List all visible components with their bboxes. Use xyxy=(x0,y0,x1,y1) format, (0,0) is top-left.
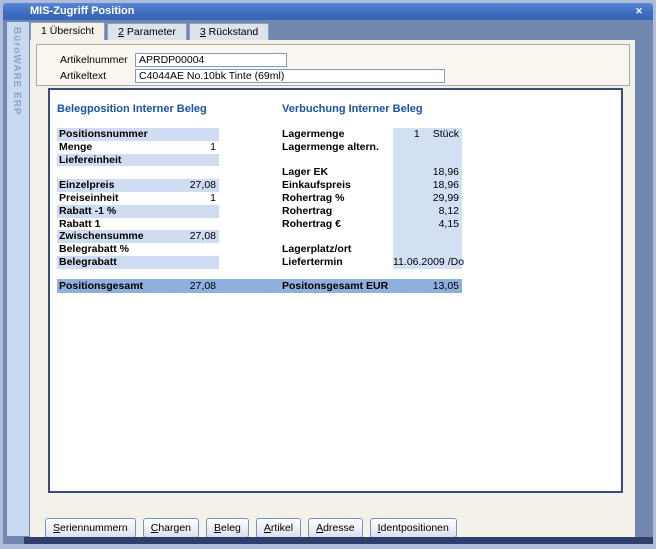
right-section-title: Verbuchung Interner Beleg xyxy=(282,103,423,115)
action-button-bar: Seriennummern Chargen Beleg Artikel Adre… xyxy=(45,518,457,538)
article-text-row: Artikeltext xyxy=(37,68,629,83)
right-value-band: 1 Stück 18,96 18,96 29,99 8,12 4,15 11.0… xyxy=(393,128,462,269)
left-section-title: Belegposition Interner Beleg xyxy=(57,103,207,115)
table-row: Einzelpreis27,08 xyxy=(57,179,219,192)
artikel-button[interactable]: Artikel xyxy=(256,518,301,538)
brand-sidebar: BüroWARE ERP xyxy=(7,22,29,536)
table-row: Liefereinheit xyxy=(57,154,219,167)
titlebar[interactable]: MIS-Zugriff Position ✕ xyxy=(3,3,653,20)
article-number-input[interactable] xyxy=(135,53,287,67)
left-rows: Positionsnummer Menge1 Liefereinheit Ein… xyxy=(57,128,219,269)
article-text-label: Artikeltext xyxy=(60,70,135,82)
window-body: BüroWARE ERP 1 Übersicht 2 Parameter 3 R… xyxy=(3,20,653,544)
window-bottom-accent xyxy=(24,537,653,544)
adresse-button[interactable]: Adresse xyxy=(308,518,363,538)
close-icon[interactable]: ✕ xyxy=(632,3,646,20)
position-detail-panel: Belegposition Interner Beleg Verbuchung … xyxy=(48,88,623,493)
table-row: Rabatt 1 xyxy=(57,218,219,231)
table-row: Preiseinheit1 xyxy=(57,192,219,205)
tab-page-uebersicht: Artikelnummer Artikeltext Belegposition … xyxy=(30,40,635,537)
total-right-label: Positonsgesamt EUR xyxy=(282,279,388,293)
article-header-panel: Artikelnummer Artikeltext xyxy=(36,44,630,86)
article-number-label: Artikelnummer xyxy=(60,54,135,66)
seriennummern-button[interactable]: Seriennummern xyxy=(45,518,136,538)
chargen-button[interactable]: Chargen xyxy=(143,518,199,538)
total-right-value: 13,05 xyxy=(433,279,459,293)
table-row: Positionsnummer xyxy=(57,128,219,141)
article-number-row: Artikelnummer xyxy=(37,52,629,67)
table-row: Belegrabatt xyxy=(57,256,219,269)
identpositionen-button[interactable]: Identpositionen xyxy=(370,518,457,538)
table-row: Menge1 xyxy=(57,141,219,154)
window-title: MIS-Zugriff Position xyxy=(30,5,134,17)
tab-bar: 1 Übersicht 2 Parameter 3 Rückstand xyxy=(30,22,271,40)
table-row xyxy=(57,166,219,179)
table-row: Rabatt -1 % xyxy=(57,205,219,218)
position-total-row: Positionsgesamt 27,08 Positonsgesamt EUR… xyxy=(57,279,462,293)
total-left-value: 27,08 xyxy=(57,279,216,293)
table-row: 1 Stück xyxy=(393,128,462,141)
beleg-button[interactable]: Beleg xyxy=(206,518,249,538)
tab-rueckstand[interactable]: 3 Rückstand xyxy=(189,23,269,40)
brand-label: BüroWARE ERP xyxy=(11,27,22,116)
tab-parameter[interactable]: 2 Parameter xyxy=(107,23,187,40)
table-row: Zwischensumme27,08 xyxy=(57,230,219,243)
table-row: Belegrabatt % xyxy=(57,243,219,256)
application-window: MIS-Zugriff Position ✕ BüroWARE ERP 1 Üb… xyxy=(0,0,656,549)
article-text-input[interactable] xyxy=(135,69,445,83)
tab-uebersicht[interactable]: 1 Übersicht xyxy=(30,22,105,40)
